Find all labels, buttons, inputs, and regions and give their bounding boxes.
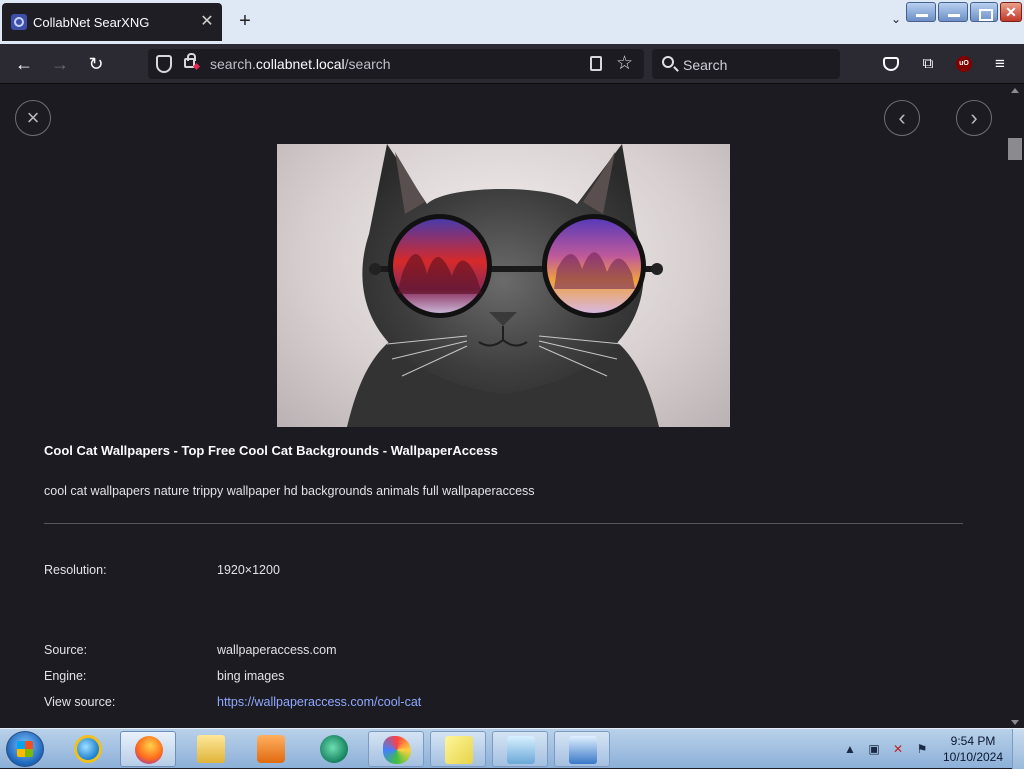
system-tray: ▲ ▣ ✕ ⚑	[842, 737, 930, 761]
network-icon[interactable]: ▣	[866, 741, 882, 757]
taskbar-app-green[interactable]	[306, 731, 362, 767]
green-app-icon	[320, 735, 348, 763]
folder-icon	[197, 735, 225, 763]
media-player-icon	[257, 735, 285, 763]
url-path: /search	[344, 56, 391, 72]
searxng-favicon-icon	[11, 14, 27, 30]
tab-close-icon[interactable]: ✕	[198, 13, 216, 31]
url-text[interactable]: search.collabnet.local/search	[210, 56, 391, 72]
minimize-button-2[interactable]	[938, 2, 968, 22]
paint-palette-icon	[383, 736, 411, 764]
url-bar[interactable]: search.collabnet.local/search ☆	[148, 49, 644, 79]
scroll-thumb[interactable]	[1008, 138, 1022, 160]
chevron-right-icon: ›	[970, 105, 978, 130]
minimize-button[interactable]	[906, 2, 936, 22]
insecure-lock-icon[interactable]	[184, 53, 196, 68]
previous-image-button[interactable]: ‹	[884, 100, 920, 136]
ublock-origin-icon[interactable]: uO	[956, 56, 972, 72]
taskbar-paint[interactable]	[368, 731, 424, 767]
url-prefix: search.	[210, 56, 256, 72]
volume-muted-icon[interactable]: ✕	[890, 741, 906, 757]
close-viewer-button[interactable]: ×	[15, 100, 51, 136]
action-center-flag-icon[interactable]: ⚑	[914, 741, 930, 757]
remote-desktop-icon	[569, 736, 597, 764]
back-arrow-icon[interactable]: ←	[14, 54, 34, 74]
chevron-left-icon: ‹	[898, 105, 906, 130]
page-content: × ‹ › Cool Cat Wallpapers - Top Free Coo…	[0, 85, 1006, 728]
image-title: Cool Cat Wallpapers - Top Free Cool Cat …	[44, 443, 498, 458]
search-placeholder: Search	[683, 57, 728, 73]
bookmark-star-icon[interactable]: ☆	[616, 52, 633, 75]
result-image[interactable]	[277, 144, 730, 427]
window-app-icon	[507, 736, 535, 764]
ublock-label: uO	[959, 60, 969, 67]
hamburger-menu-icon[interactable]: ≡	[990, 54, 1010, 74]
engine-value: bing images	[217, 669, 285, 683]
firefox-icon	[135, 736, 163, 764]
source-value: wallpaperaccess.com	[217, 643, 337, 657]
taskbar-file-explorer[interactable]	[183, 731, 239, 767]
engine-label: Engine:	[44, 669, 87, 683]
image-description: cool cat wallpapers nature trippy wallpa…	[44, 484, 535, 498]
sticky-notes-icon	[445, 736, 473, 764]
resolution-label: Resolution:	[44, 563, 107, 577]
navigation-toolbar: ← → ↻ search.collabnet.local/search ☆ Se…	[0, 44, 1024, 84]
cat-with-sunglasses-image	[347, 144, 663, 427]
taskbar-app-window[interactable]	[492, 731, 548, 767]
tab-bar: CollabNet SearXNG ✕ + ⌄ ✕	[0, 0, 1024, 44]
show-hidden-icons-icon[interactable]: ▲	[842, 741, 858, 757]
windows-taskbar: ▲ ▣ ✕ ⚑ 9:54 PM 10/10/2024	[0, 728, 1024, 769]
taskbar-media-player[interactable]	[243, 731, 299, 767]
scroll-up-arrow-icon[interactable]	[1011, 88, 1019, 93]
view-source-link[interactable]: https://wallpaperaccess.com/cool-cat	[217, 695, 421, 709]
clock-date: 10/10/2024	[942, 750, 1004, 764]
search-box[interactable]: Search	[652, 49, 840, 79]
divider	[44, 523, 963, 524]
internet-explorer-icon	[74, 735, 102, 763]
reader-view-icon[interactable]	[590, 56, 602, 71]
forward-arrow-icon[interactable]: →	[50, 54, 70, 74]
source-label: Source:	[44, 643, 88, 657]
close-icon: ×	[26, 105, 40, 130]
tracking-protection-shield-icon[interactable]	[156, 55, 172, 73]
maximize-button[interactable]	[970, 2, 998, 22]
start-button[interactable]	[6, 731, 44, 767]
new-tab-button[interactable]: +	[234, 11, 256, 33]
pocket-icon[interactable]	[883, 57, 899, 71]
extensions-puzzle-icon[interactable]: ⧉	[918, 54, 938, 74]
tab-title: CollabNet SearXNG	[33, 14, 150, 30]
window-controls: ✕	[906, 2, 1022, 22]
vertical-scrollbar[interactable]	[1006, 85, 1024, 728]
taskbar-remote-desktop[interactable]	[554, 731, 610, 767]
scroll-down-arrow-icon[interactable]	[1011, 720, 1019, 725]
taskbar-firefox[interactable]	[120, 731, 176, 767]
url-host: collabnet.local	[255, 56, 345, 72]
view-source-label: View source:	[44, 695, 116, 709]
reload-icon[interactable]: ↻	[86, 54, 106, 74]
taskbar-sticky-notes[interactable]	[430, 731, 486, 767]
list-all-tabs-icon[interactable]: ⌄	[886, 12, 906, 32]
clock[interactable]: 9:54 PM 10/10/2024	[940, 733, 1006, 765]
search-icon	[662, 56, 674, 68]
tab-searxng[interactable]: CollabNet SearXNG ✕	[2, 3, 222, 41]
resolution-value: 1920×1200	[217, 563, 280, 577]
next-image-button[interactable]: ›	[956, 100, 992, 136]
taskbar-internet-explorer[interactable]	[60, 731, 116, 767]
show-desktop-button[interactable]	[1012, 729, 1024, 769]
close-window-button[interactable]: ✕	[1000, 2, 1022, 22]
clock-time: 9:54 PM	[950, 734, 996, 748]
